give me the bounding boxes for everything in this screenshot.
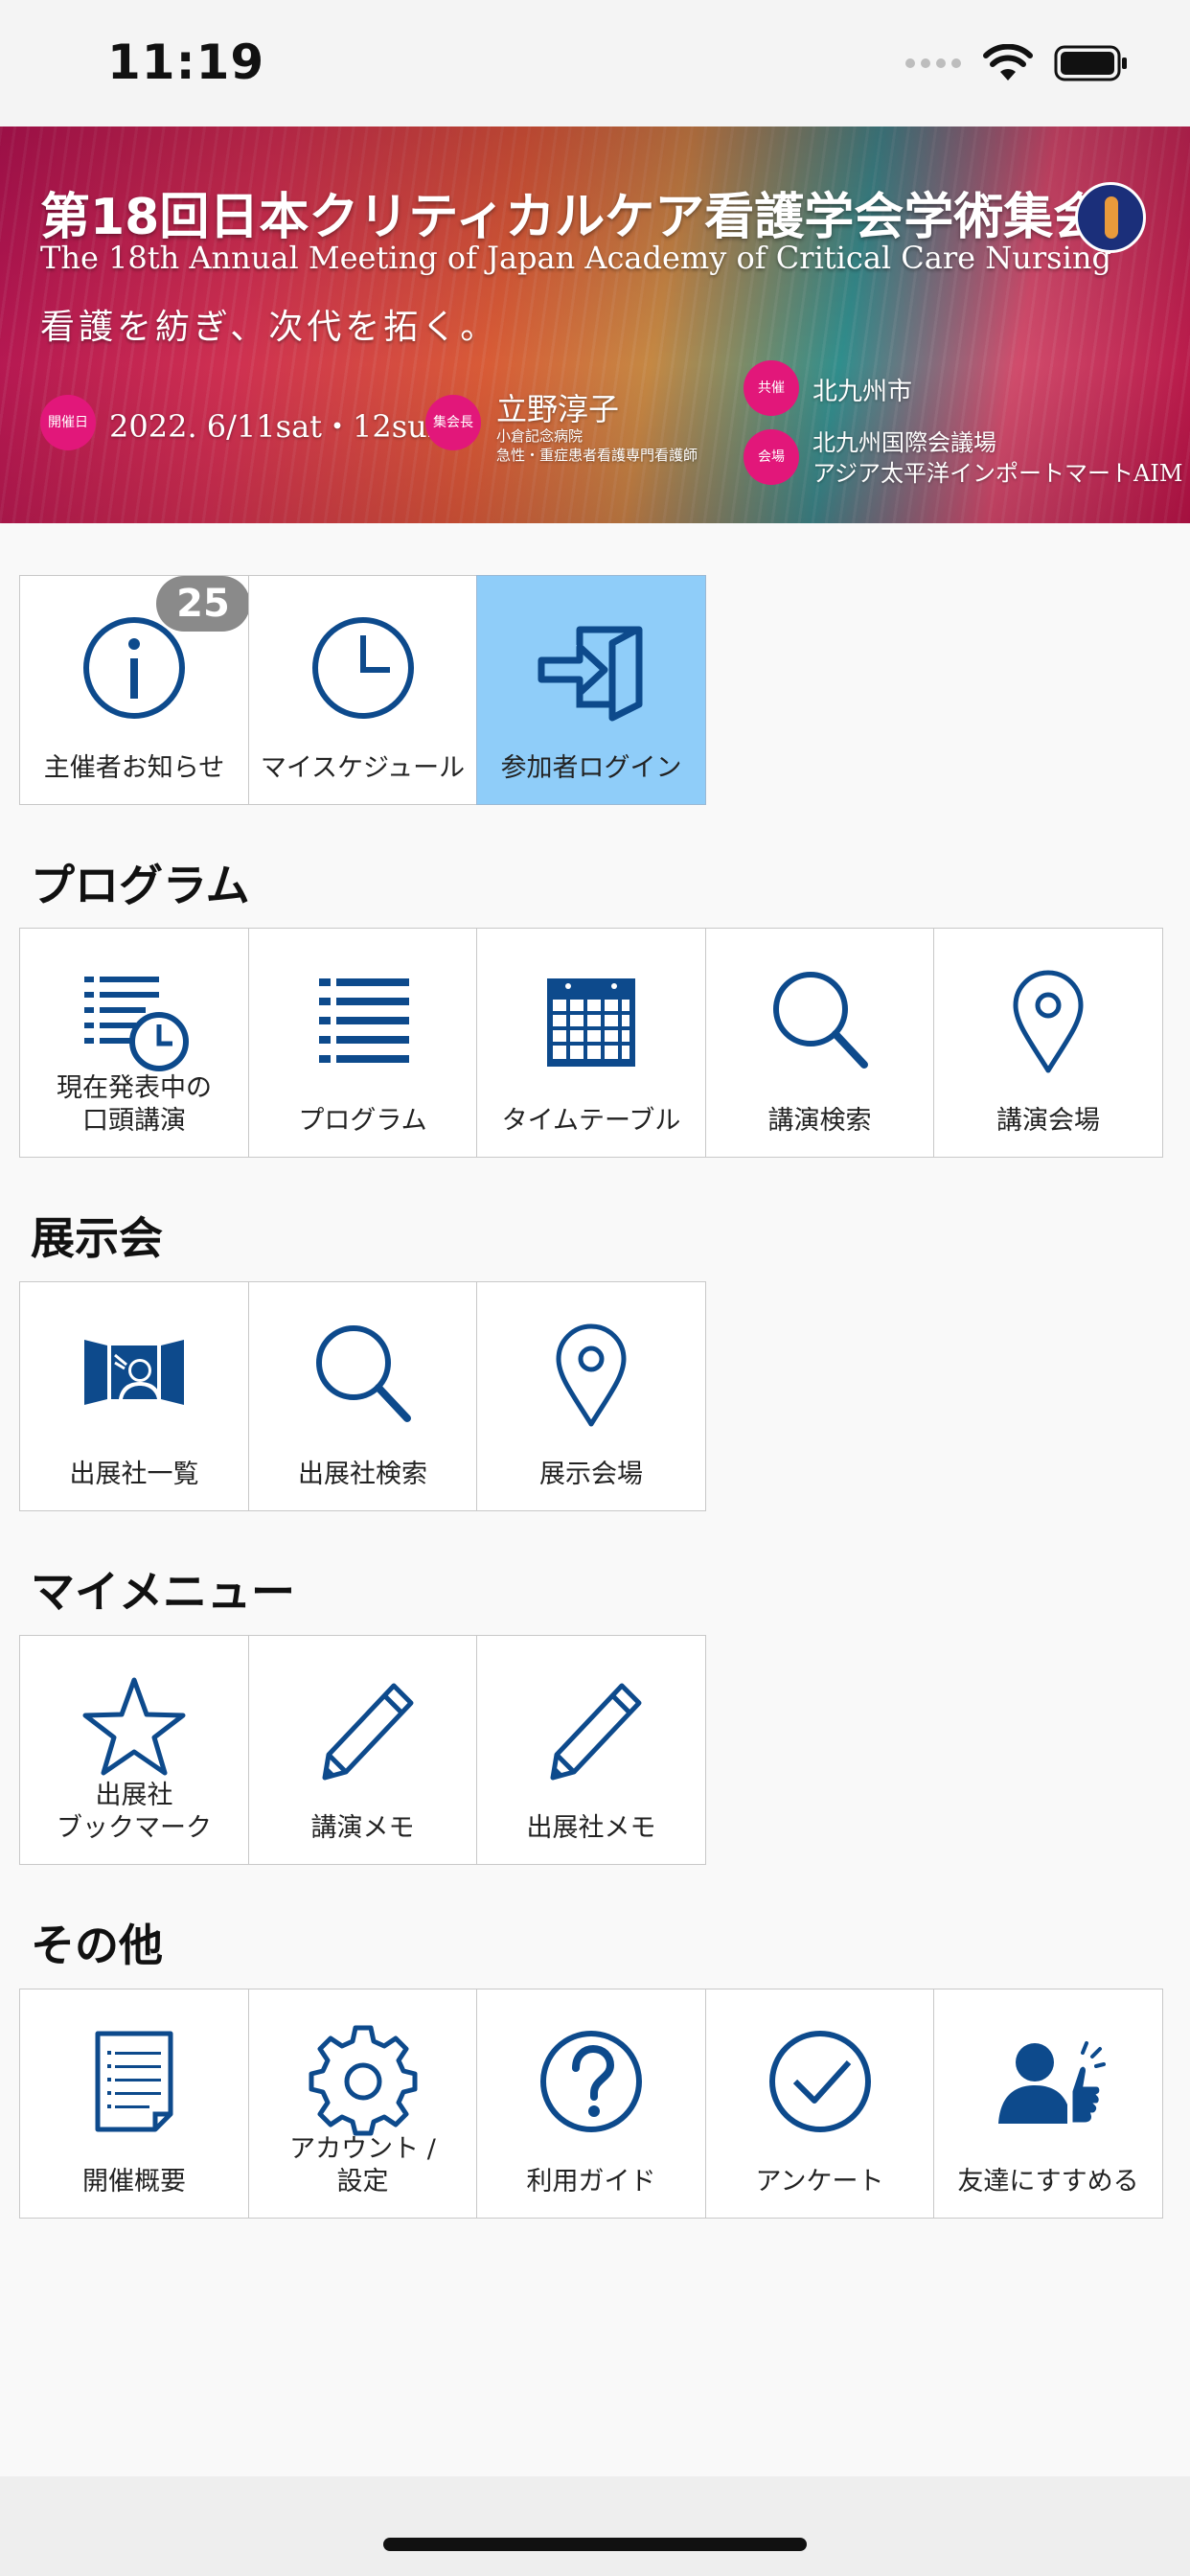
battery-icon (1054, 45, 1127, 81)
account-settings-label: アカウント / 設定 (289, 2134, 436, 2196)
map-pin-icon (556, 1323, 627, 1427)
survey-label: アンケート (755, 2167, 884, 2196)
banner-title-en: The 18th Annual Meeting of Japan Academy… (40, 240, 1111, 276)
talk-venue-label: 講演会場 (996, 1106, 1100, 1136)
user-guide-button[interactable]: 利用ガイド (476, 1989, 706, 2219)
survey-button[interactable]: アンケート (704, 1989, 935, 2219)
cohost-tag: 共催 (744, 360, 799, 416)
talk-memo-label: 講演メモ (310, 1813, 415, 1843)
program-button[interactable]: プログラム (247, 928, 478, 1158)
program-section-title: プログラム (31, 860, 250, 911)
exhibitor-search-label: 出展社検索 (298, 1460, 427, 1489)
event-overview-button[interactable]: 開催概要 (19, 1989, 249, 2219)
program-grid: 現在発表中の 口頭講演 プログラム タイムテーブル 講演検索 講演会場 (19, 928, 1163, 1158)
presenter-icon (84, 1340, 184, 1405)
venue-tag: 会場 (744, 429, 799, 485)
recommend-button[interactable]: 友達にすすめる (933, 1989, 1163, 2219)
list-icon (318, 978, 409, 1063)
chair-affiliation-2: 急性・重症患者看護専門看護師 (496, 447, 698, 464)
my-schedule-label: マイスケジュール (260, 753, 466, 783)
info-icon (83, 617, 185, 719)
pencil-icon (322, 1683, 413, 1781)
talk-venue-button[interactable]: 講演会場 (933, 928, 1163, 1158)
chair-name: 立野淳子 (496, 391, 620, 427)
wifi-icon (983, 44, 1033, 80)
exhibition-grid: 出展社一覧 出展社検索 展示会場 (19, 1281, 706, 1511)
login-icon (538, 626, 643, 722)
talk-search-button[interactable]: 講演検索 (704, 928, 935, 1158)
exhibitor-memo-button[interactable]: 出展社メモ (476, 1635, 706, 1865)
exhibition-section-title: 展示会 (31, 1212, 163, 1264)
exhibitor-list-button[interactable]: 出展社一覧 (19, 1281, 249, 1511)
venue-2: アジア太平洋インポートマートAIM (812, 460, 1183, 487)
current-talks-button[interactable]: 現在発表中の 口頭講演 (19, 928, 249, 1158)
chair-tag: 集会長 (425, 395, 481, 450)
talk-memo-button[interactable]: 講演メモ (247, 1635, 478, 1865)
map-pin-icon (1013, 970, 1084, 1073)
quick-menu-grid: 25 主催者お知らせ マイスケジュール 参加者ログイン (19, 575, 706, 805)
status-time: 11:19 (107, 34, 265, 90)
status-bar: 11:19 (0, 0, 1190, 126)
my-schedule-button[interactable]: マイスケジュール (247, 575, 478, 805)
notice-button[interactable]: 25 主催者お知らせ (19, 575, 250, 805)
calendar-icon (547, 978, 635, 1067)
participant-login-label: 参加者ログイン (500, 753, 682, 783)
document-icon (95, 2031, 173, 2132)
account-settings-button[interactable]: アカウント / 設定 (247, 1989, 478, 2219)
event-overview-label: 開催概要 (82, 2167, 186, 2196)
gear-icon (309, 2025, 417, 2136)
pencil-icon (550, 1683, 642, 1781)
program-label: プログラム (298, 1106, 427, 1136)
event-banner: 第18回日本クリティカルケア看護学会学術集会 The 18th Annual M… (0, 126, 1190, 523)
exhibition-venue-label: 展示会場 (539, 1460, 643, 1489)
notice-label: 主催者お知らせ (43, 753, 225, 783)
cohost-name: 北九州市 (812, 378, 913, 406)
banner-title-jp: 第18回日本クリティカルケア看護学会学術集会 (40, 189, 1104, 246)
home-indicator-area (0, 2476, 1190, 2576)
clock-icon (311, 617, 414, 719)
venue-1: 北九州国際会議場 (812, 429, 996, 456)
mymenu-section-title: マイメニュー (31, 1566, 295, 1618)
search-icon (772, 972, 868, 1069)
user-guide-label: 利用ガイド (526, 2167, 656, 2196)
status-icons (904, 44, 1129, 82)
exhibitor-search-button[interactable]: 出展社検索 (247, 1281, 478, 1511)
help-icon (540, 2031, 642, 2132)
star-icon (82, 1677, 186, 1776)
recommend-icon (998, 2041, 1106, 2126)
date-tag: 開催日 (40, 395, 96, 450)
exhibitor-memo-label: 出展社メモ (526, 1813, 656, 1843)
timetable-button[interactable]: タイムテーブル (476, 928, 706, 1158)
exhibitor-list-label: 出展社一覧 (69, 1460, 199, 1489)
check-circle-icon (768, 2031, 871, 2132)
other-section-title: その他 (31, 1920, 163, 1971)
timetable-label: タイムテーブル (501, 1106, 681, 1136)
signal-icon (905, 58, 961, 68)
home-indicator[interactable] (383, 2538, 807, 2551)
participant-login-button[interactable]: 参加者ログイン (476, 575, 706, 805)
other-grid: 開催概要 アカウント / 設定 利用ガイド アンケート 友達にすすめる (19, 1989, 1163, 2219)
mymenu-grid: 出展社 ブックマーク 講演メモ 出展社メモ (19, 1635, 706, 1865)
exhibition-venue-button[interactable]: 展示会場 (476, 1281, 706, 1511)
banner-date: 2022. 6/11sat・12sun (109, 408, 447, 445)
search-icon (315, 1325, 411, 1422)
talk-search-label: 講演検索 (767, 1106, 872, 1136)
chair-affiliation-1: 小倉記念病院 (496, 427, 584, 445)
list-clock-icon (84, 977, 189, 1071)
banner-slogan: 看護を紡ぎ、次代を拓く。 (40, 308, 499, 347)
current-talks-label: 現在発表中の 口頭講演 (57, 1073, 212, 1136)
recommend-label: 友達にすすめる (957, 2167, 1139, 2196)
exhibitor-bookmark-button[interactable]: 出展社 ブックマーク (19, 1635, 249, 1865)
exhibitor-bookmark-label: 出展社 ブックマーク (57, 1781, 212, 1843)
